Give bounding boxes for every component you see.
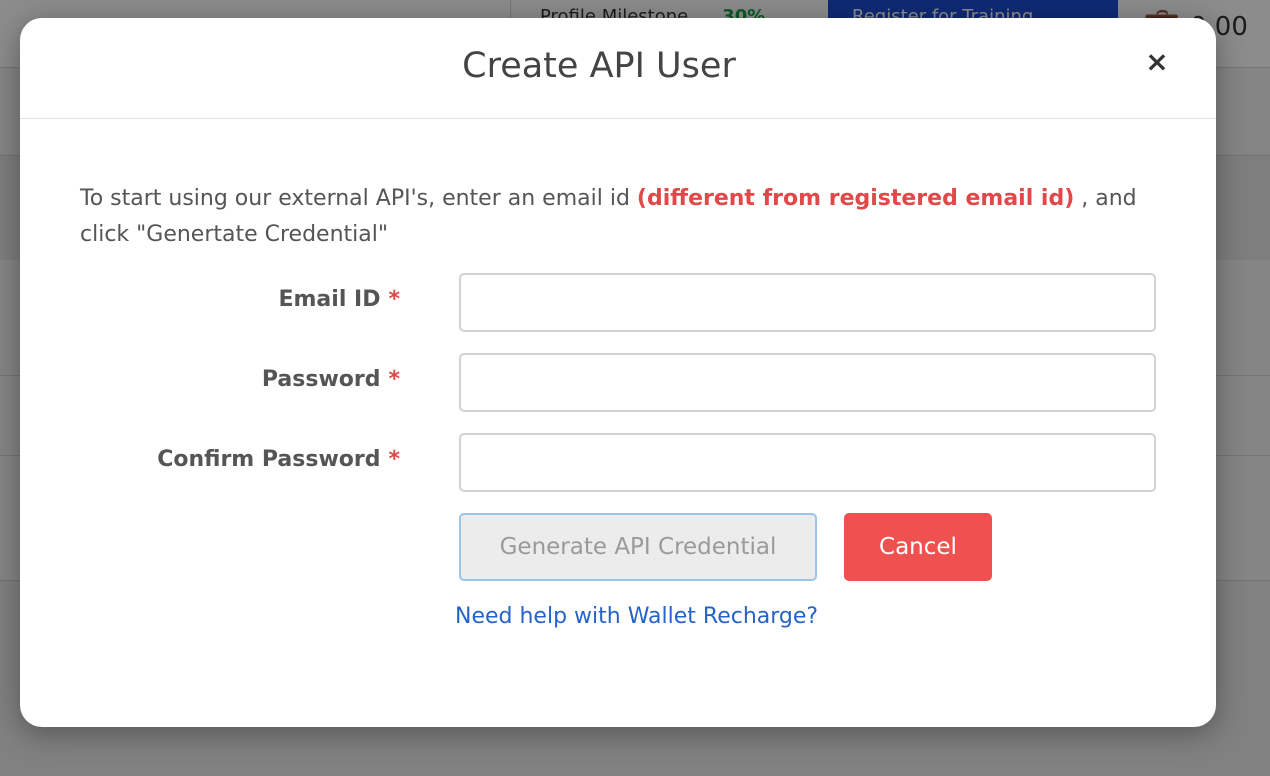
password-label-text: Password — [261, 367, 381, 392]
create-api-user-dialog: Create API User × To start using our ext… — [20, 18, 1216, 727]
password-field[interactable] — [459, 353, 1156, 412]
wallet-recharge-help-link[interactable]: Need help with Wallet Recharge? — [455, 604, 818, 629]
required-mark: * — [388, 367, 400, 392]
email-id-field[interactable] — [459, 273, 1156, 332]
email-id-label-text: Email ID — [278, 287, 381, 312]
confirm-password-label: Confirm Password * — [80, 447, 400, 472]
dialog-instructions: To start using our external API's, enter… — [80, 181, 1170, 253]
cancel-button[interactable]: Cancel — [844, 513, 992, 581]
instructions-text: To start using our external API's, enter… — [80, 186, 637, 211]
required-mark: * — [388, 447, 400, 472]
password-label: Password * — [80, 367, 400, 392]
email-id-label: Email ID * — [80, 287, 400, 312]
generate-api-credential-button[interactable]: Generate API Credential — [459, 513, 817, 581]
dialog-title: Create API User — [462, 46, 736, 86]
dialog-header: Create API User × — [20, 18, 1216, 119]
close-icon[interactable]: × — [1144, 48, 1170, 76]
confirm-password-field[interactable] — [459, 433, 1156, 492]
confirm-password-label-text: Confirm Password — [157, 447, 381, 472]
required-mark: * — [388, 287, 400, 312]
instructions-warning: (different from registered email id) — [636, 186, 1075, 211]
